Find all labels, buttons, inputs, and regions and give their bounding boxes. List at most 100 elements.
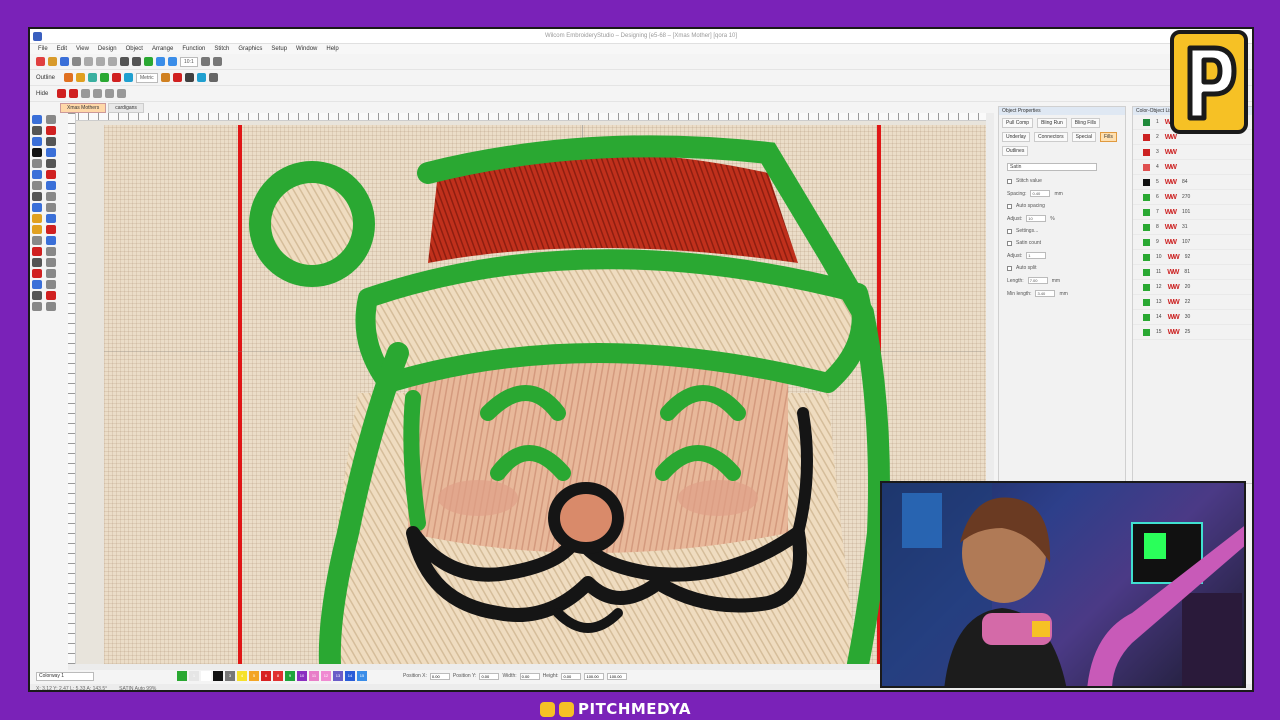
property-checkbox[interactable] [1007,178,1012,184]
undo-icon[interactable] [120,57,129,66]
new-icon[interactable] [36,57,45,66]
function-icon[interactable] [172,73,182,82]
grid-icon[interactable] [200,57,210,66]
toolbox-tool-icon[interactable] [46,247,56,256]
palette-color-swatch[interactable]: 4 [237,671,247,681]
hoop-icon[interactable] [160,73,170,82]
tab-special[interactable]: Special [1071,132,1096,142]
copy-icon[interactable] [96,57,105,66]
toolbox-tool-icon[interactable] [32,302,42,311]
height-field[interactable]: 0.00 [561,672,582,680]
cut-icon[interactable] [84,57,93,66]
toolbox-tool-icon[interactable] [32,280,42,289]
tab-cardigans[interactable]: cardigans [108,103,144,113]
needle-points-icon[interactable] [112,73,122,82]
toolbox-tool-icon[interactable] [32,258,42,267]
sequence-row[interactable]: 9 WW 107 [1133,235,1252,250]
rotate-icon[interactable] [93,89,103,98]
tab-fills[interactable]: Fills [1100,132,1117,142]
tools-icon[interactable] [208,73,218,82]
property-checkbox[interactable] [1007,228,1012,234]
palette-color-swatch[interactable]: 1 [189,671,199,681]
design-canvas[interactable] [68,113,986,664]
stitch-player-icon[interactable] [144,57,153,66]
toolbox-tool-icon[interactable] [46,115,56,124]
toolbox-tool-icon[interactable] [46,126,56,135]
toolbox-tool-icon[interactable] [46,203,56,212]
toolbox-tool-icon[interactable] [32,247,42,256]
toolbox-tool-icon[interactable] [32,269,42,278]
artwork-icon[interactable] [88,73,98,82]
sequence-row[interactable]: 4 WW [1133,160,1252,175]
menu-setup[interactable]: Setup [271,46,287,52]
menu-function[interactable]: Function [182,46,205,52]
palette-color-swatch[interactable]: 13 [333,671,343,681]
group-icon[interactable] [117,89,127,98]
scale-y-field[interactable]: 100.00 [607,672,628,680]
palette-color-swatch[interactable]: 14 [345,671,355,681]
palette-color-swatch[interactable]: 15 [357,671,367,681]
property-value-field[interactable]: 7.00 [1027,277,1048,284]
toolbox-tool-icon[interactable] [46,269,56,278]
menu-arrange[interactable]: Arrange [152,46,173,52]
property-value-field[interactable]: 1 [1026,252,1047,259]
connectors-icon[interactable] [124,73,134,82]
menu-graphics[interactable]: Graphics [238,46,262,52]
toolbox-tool-icon[interactable] [32,170,42,179]
toolbox-tool-icon[interactable] [46,159,56,168]
graphics-icon[interactable] [64,73,74,82]
toolbox-tool-icon[interactable] [46,148,56,157]
property-checkbox[interactable] [1007,240,1012,246]
toolbox-tool-icon[interactable] [32,214,42,223]
toolbox-tool-icon[interactable] [46,258,56,267]
toolbox-tool-icon[interactable] [46,291,56,300]
palette-color-swatch[interactable]: 10 [297,671,307,681]
position-y-field[interactable]: 0.00 [479,672,500,680]
toolbox-tool-icon[interactable] [46,236,56,245]
toolbox-tool-icon[interactable] [32,236,42,245]
embroidery-icon[interactable] [76,73,86,82]
tab-underlay[interactable]: Underlay [1002,132,1031,142]
menu-edit[interactable]: Edit [57,46,67,52]
sequence-row[interactable]: 10 WW 92 [1133,250,1252,265]
menu-file[interactable]: File [38,46,48,52]
print-icon[interactable] [72,57,81,66]
lock-icon[interactable] [81,89,91,98]
stitch-type-select[interactable]: Satin [1007,163,1097,171]
toolbox-tool-icon[interactable] [46,280,56,289]
sequence-row[interactable]: 12 WW 20 [1133,280,1252,295]
toolbox-tool-icon[interactable] [32,137,42,146]
property-checkbox[interactable] [1007,203,1012,209]
sequence-row[interactable]: 7 WW 101 [1133,205,1252,220]
toolbox-tool-icon[interactable] [32,126,42,135]
toolbox-tool-icon[interactable] [32,192,42,201]
sequence-row[interactable]: 13 WW 22 [1133,295,1252,310]
palette-color-swatch[interactable]: 2 [201,671,211,681]
menu-help[interactable]: Help [326,46,338,52]
scale-x-field[interactable]: 100.00 [584,672,605,680]
menu-design[interactable]: Design [98,46,117,52]
toolbox-tool-icon[interactable] [46,214,56,223]
menu-view[interactable]: View [76,46,89,52]
show-all-icon[interactable] [69,89,79,98]
zoom-in-icon[interactable] [156,57,165,66]
palette-color-swatch[interactable]: 3 [225,671,235,681]
toolbox-tool-icon[interactable] [32,148,42,157]
palette-color-swatch[interactable] [177,671,187,681]
property-checkbox[interactable] [1007,265,1012,271]
colorway-select[interactable]: Colorway 1 [36,671,94,681]
sequence-row[interactable]: 14 WW 30 [1133,310,1252,325]
property-value-field[interactable]: 0.40 [1030,190,1051,197]
mirror-icon[interactable] [105,89,115,98]
sequence-row[interactable]: 8 WW 31 [1133,220,1252,235]
zoom-out-icon[interactable] [168,57,177,66]
apply-icon[interactable] [57,89,67,98]
sequence-row[interactable]: 15 WW 25 [1133,325,1252,340]
sequence-row[interactable]: 11 WW 81 [1133,265,1252,280]
sequence-row[interactable]: 3 WW [1133,145,1252,160]
toolbox-tool-icon[interactable] [46,137,56,146]
tab-pull-comp[interactable]: Pull Comp [1002,118,1034,128]
save-icon[interactable] [60,57,69,66]
palette-color-swatch[interactable]: 5 [249,671,259,681]
toolbox-tool-icon[interactable] [32,159,42,168]
